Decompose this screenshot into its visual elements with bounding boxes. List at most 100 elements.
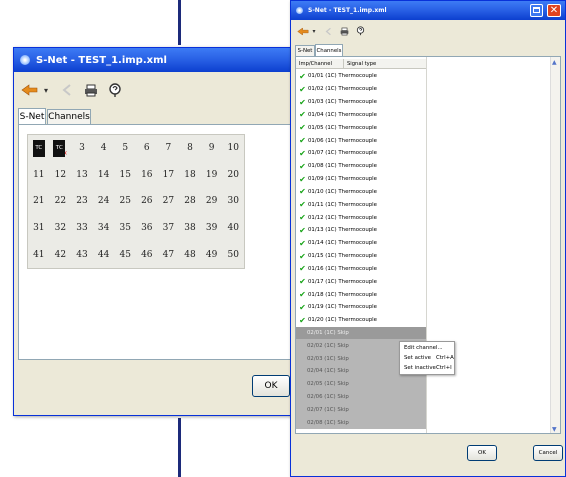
channel-row[interactable]: ✔ 01/20 (1C) Thermocouple [296,314,426,327]
module-thermocouple-cell[interactable]: TC [28,135,50,162]
scroll-down-icon[interactable]: ▼ [552,426,557,433]
ok-button[interactable]: OK [252,375,290,397]
channel-row[interactable]: 02/05 (1C) Skip [296,377,426,391]
channel-row[interactable]: ✔ 01/08 (1C) Thermocouple [296,160,426,173]
channel-row[interactable]: 02/08 (1C) Skip [296,416,426,430]
channel-row[interactable]: ✔ 01/18 (1C) Thermocouple [296,288,426,301]
module-slot[interactable]: 31 [28,215,50,242]
module-slot[interactable]: 15 [114,162,136,189]
back-arrow-icon[interactable] [56,82,78,98]
maximize-button[interactable] [530,4,543,17]
module-slot[interactable]: 29 [201,188,223,215]
module-slot[interactable]: 47 [158,241,180,268]
tab-snet[interactable]: S-Net [295,45,315,56]
scroll-up-icon[interactable]: ▲ [552,59,557,66]
cancel-button[interactable]: Cancel [533,445,563,461]
module-slot[interactable]: 49 [201,241,223,268]
module-slot[interactable]: 16 [136,162,158,189]
module-slot[interactable]: 6 [136,135,158,162]
channel-row[interactable]: ✔ 01/14 (1C) Thermocouple [296,237,426,250]
module-slot[interactable]: 44 [93,241,115,268]
module-slot[interactable]: 41 [28,241,50,268]
module-slot[interactable]: 34 [93,215,115,242]
channel-row[interactable]: ✔ 01/06 (1C) Thermocouple [296,134,426,147]
module-slot[interactable]: 37 [158,215,180,242]
module-slot[interactable]: 25 [114,188,136,215]
module-slot[interactable]: 40 [222,215,244,242]
title-bar[interactable]: S-Net - TEST_1.imp.xml [14,48,298,72]
dropdown-arrow-icon[interactable]: ▾ [311,26,317,36]
module-slot[interactable]: 38 [179,215,201,242]
channel-row[interactable]: ✔ 01/13 (1C) Thermocouple [296,224,426,237]
module-slot[interactable]: 8 [179,135,201,162]
channel-row[interactable]: ✔ 01/03 (1C) Thermocouple [296,96,426,109]
module-slot[interactable]: 28 [179,188,201,215]
channel-row[interactable]: ✔ 01/11 (1C) Thermocouple [296,198,426,211]
module-slot[interactable]: 9 [201,135,223,162]
ok-button[interactable]: OK [467,445,497,461]
module-slot[interactable]: 32 [50,215,72,242]
module-slot[interactable]: 5 [114,135,136,162]
module-slot[interactable]: 35 [114,215,136,242]
channel-row[interactable]: ✔ 01/09 (1C) Thermocouple [296,173,426,186]
module-slot[interactable]: 19 [201,162,223,189]
channel-row[interactable]: ✔ 01/05 (1C) Thermocouple [296,121,426,134]
module-slot[interactable]: 3 [71,135,93,162]
close-button[interactable]: ✕ [547,4,561,17]
module-slot[interactable]: 48 [179,241,201,268]
module-slot[interactable]: 21 [28,188,50,215]
module-slot[interactable]: 18 [179,162,201,189]
module-slot[interactable]: 7 [158,135,180,162]
menu-item-set-active[interactable]: Set active [404,355,431,361]
module-slot[interactable]: 45 [114,241,136,268]
module-slot[interactable]: 39 [201,215,223,242]
module-slot[interactable]: 12 [50,162,72,189]
channel-row[interactable]: ✔ 01/17 (1C) Thermocouple [296,275,426,288]
vertical-scrollbar[interactable]: ▲ ▼ [550,57,560,433]
module-slot[interactable]: 42 [50,241,72,268]
menu-item-set-inactive[interactable]: Set inactive [404,365,436,371]
import-arrow-icon[interactable] [297,26,311,36]
tab-channels[interactable]: Channels [315,44,343,56]
import-arrow-icon[interactable] [20,82,42,98]
module-slot[interactable]: 43 [71,241,93,268]
channel-row[interactable]: 02/06 (1C) Skip [296,390,426,404]
module-slot[interactable]: 13 [71,162,93,189]
module-slot[interactable]: 50 [222,241,244,268]
channel-row[interactable]: ✔ 01/12 (1C) Thermocouple [296,211,426,224]
channel-row[interactable]: ✔ 01/01 (1C) Thermocouple [296,70,426,83]
back-arrow-icon[interactable] [321,26,335,36]
print-icon[interactable] [80,82,102,98]
module-slot[interactable]: 17 [158,162,180,189]
tab-snet[interactable]: S-Net [18,108,46,124]
channel-row[interactable]: ✔ 01/15 (1C) Thermocouple [296,250,426,263]
print-icon[interactable] [337,26,351,36]
channel-row[interactable]: ✔ 01/10 (1C) Thermocouple [296,185,426,198]
module-slot[interactable]: 30 [222,188,244,215]
help-icon[interactable] [104,82,126,98]
channel-row[interactable]: 02/07 (1C) Skip [296,403,426,417]
module-slot[interactable]: 20 [222,162,244,189]
module-slot[interactable]: 22 [50,188,72,215]
channel-row[interactable]: ✔ 01/16 (1C) Thermocouple [296,262,426,275]
module-thermocouple-cell[interactable]: TC✕ [50,135,72,162]
channel-row[interactable]: ✔ 01/07 (1C) Thermocouple [296,147,426,160]
module-slot[interactable]: 33 [71,215,93,242]
module-slot[interactable]: 4 [93,135,115,162]
help-icon[interactable] [353,26,367,36]
title-bar[interactable]: S-Net - TEST_1.imp.xml ✕ [291,1,565,20]
column-header-channel[interactable]: Imp/Channel [296,59,344,68]
dropdown-arrow-icon[interactable]: ▾ [42,82,50,98]
column-header-signal[interactable]: Signal type [344,59,376,68]
module-slot[interactable]: 24 [93,188,115,215]
tab-channels[interactable]: Channels [47,109,91,124]
module-slot[interactable]: 27 [158,188,180,215]
channel-row[interactable]: ✔ 01/19 (1C) Thermocouple [296,301,426,314]
module-slot[interactable]: 11 [28,162,50,189]
module-slot[interactable]: 10 [222,135,244,162]
channel-row[interactable]: ✔ 01/04 (1C) Thermocouple [296,108,426,121]
module-slot[interactable]: 36 [136,215,158,242]
module-slot[interactable]: 23 [71,188,93,215]
channel-row[interactable]: ✔ 01/02 (1C) Thermocouple [296,83,426,96]
module-slot[interactable]: 46 [136,241,158,268]
